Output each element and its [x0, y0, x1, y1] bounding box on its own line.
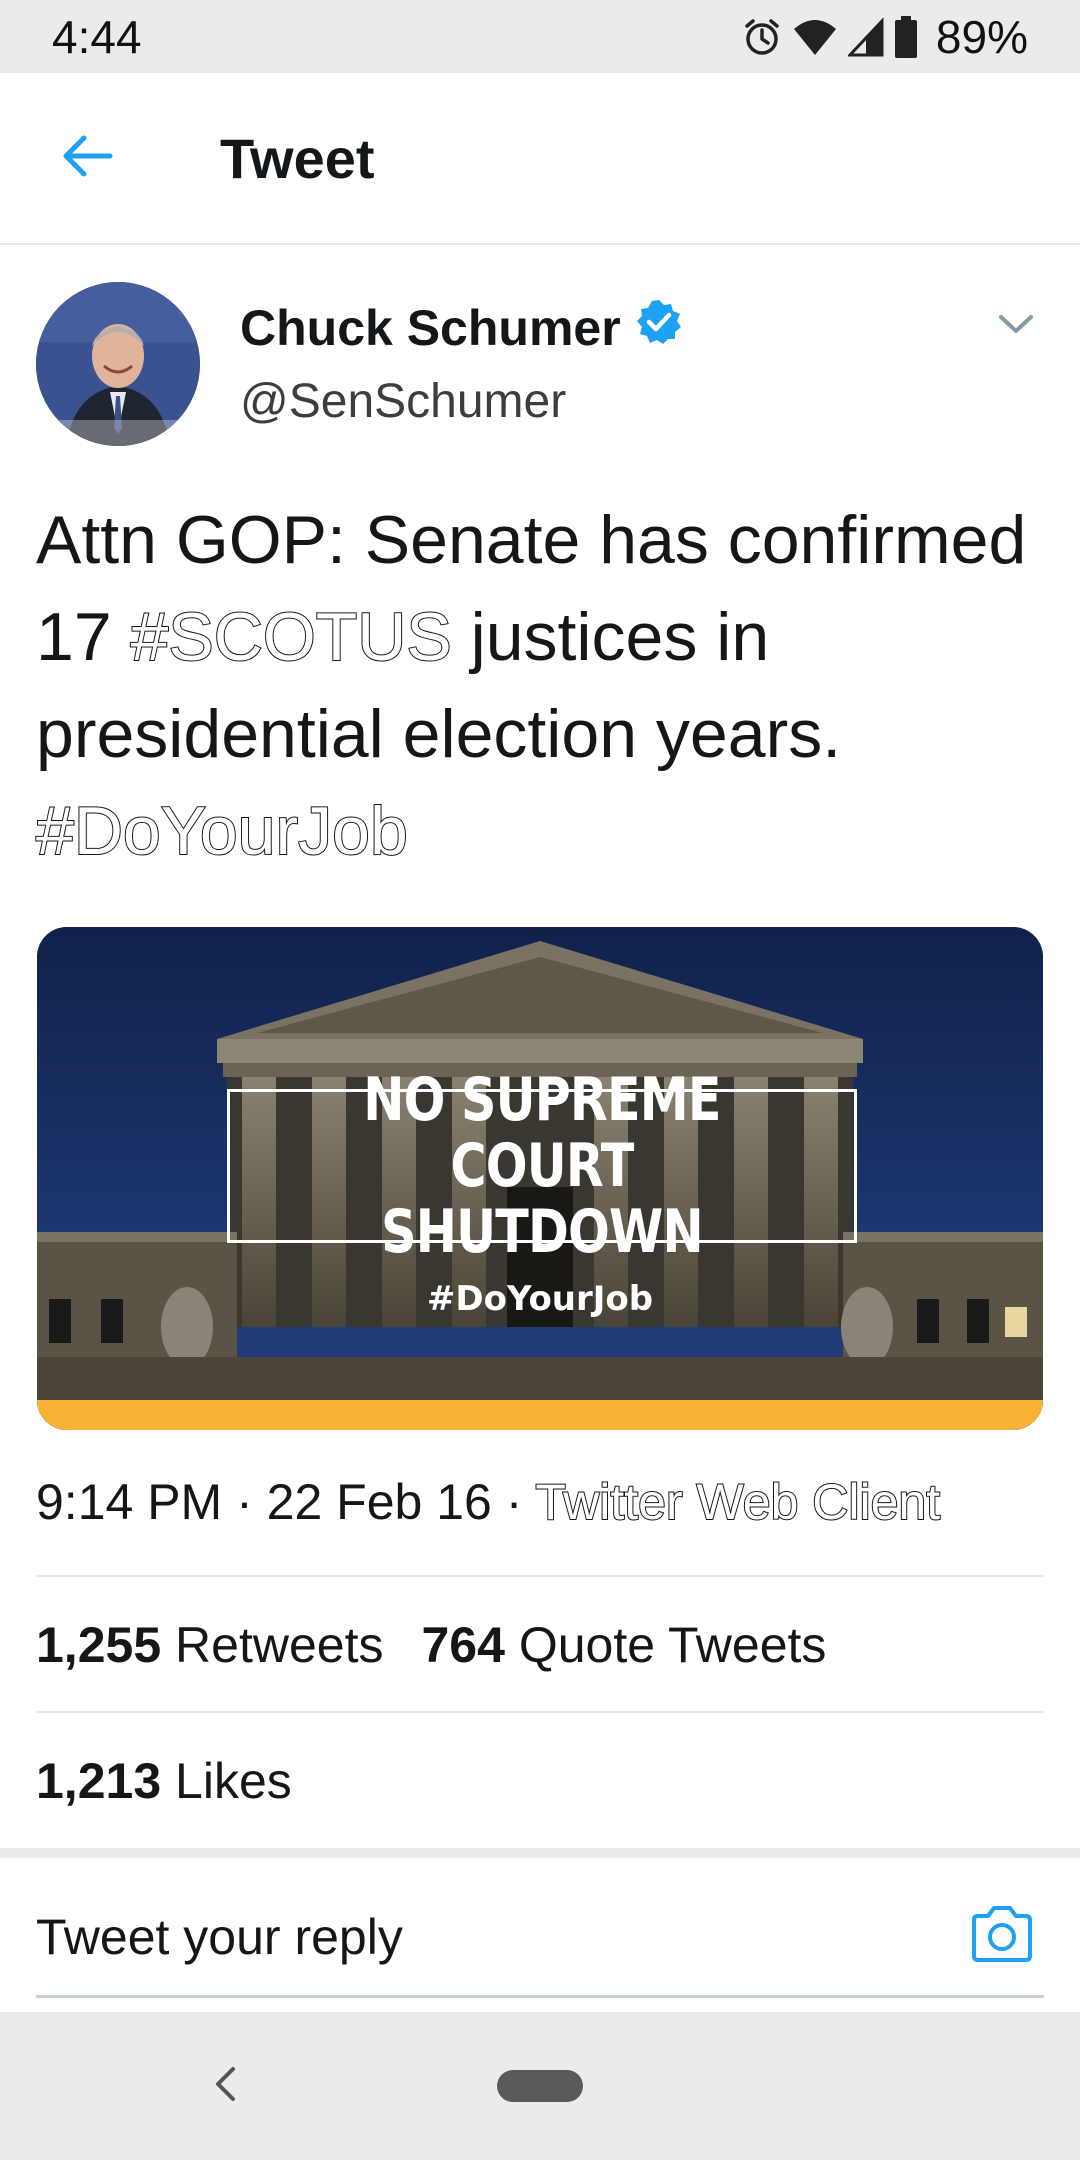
section-divider: [0, 1848, 1080, 1858]
author-name-text: Chuck Schumer: [240, 300, 621, 356]
tweet-text: Attn GOP: Senate has confirmed 17 #SCOTU…: [35, 492, 1046, 880]
likes-stats-row: 1,213 Likes: [36, 1752, 292, 1810]
likes-label: Likes: [175, 1753, 292, 1809]
media-overlay: NO SUPREME COURT SHUTDOWN #DoYourJob: [37, 927, 1043, 1430]
page-title: Tweet: [220, 126, 375, 190]
retweet-stats-row: 1,255 Retweets 764 Quote Tweets: [36, 1616, 826, 1674]
back-button[interactable]: [40, 110, 136, 206]
tweet-source-link[interactable]: Twitter Web Client: [534, 1473, 941, 1531]
system-nav-bar: [0, 2012, 1080, 2160]
media-headline: NO SUPREME COURT SHUTDOWN: [363, 1065, 721, 1267]
status-icons: 89%: [742, 10, 1028, 64]
system-back-button[interactable]: [195, 2056, 255, 2116]
alarm-icon: [742, 17, 782, 57]
battery-icon: [894, 15, 918, 58]
retweets-label: Retweets: [175, 1617, 384, 1673]
tweet-header: Chuck Schumer @SenSchumer: [36, 282, 1046, 446]
tweet-time: 9:14 PM: [36, 1474, 223, 1530]
more-options-button[interactable]: [986, 302, 1046, 350]
app-bar: Tweet: [0, 73, 1080, 245]
media-hashtag: #DoYourJob: [426, 1279, 654, 1319]
avatar[interactable]: [36, 282, 200, 446]
quotes-count: 764: [421, 1617, 505, 1673]
add-photo-button[interactable]: [962, 1896, 1042, 1976]
retweets-stat[interactable]: 1,255 Retweets: [36, 1617, 383, 1673]
wifi-icon: [792, 17, 838, 57]
system-home-button[interactable]: [497, 2070, 583, 2102]
hashtag-link-scotus[interactable]: #SCOTUS: [130, 598, 453, 676]
likes-count: 1,213: [36, 1753, 162, 1809]
cell-signal-icon: [847, 16, 884, 57]
chevron-down-icon: [998, 313, 1034, 340]
divider: [36, 1575, 1044, 1577]
retweets-count: 1,255: [36, 1617, 162, 1673]
tweet-date: 22 Feb 16: [266, 1474, 492, 1530]
tweet-media-image[interactable]: NO SUPREME COURT SHUTDOWN #DoYourJob: [37, 927, 1043, 1430]
reply-input[interactable]: Tweet your reply: [36, 1908, 403, 1966]
quotes-label: Quote Tweets: [518, 1617, 827, 1673]
battery-percentage: 89%: [935, 10, 1028, 63]
hashtag-link-doyourjob[interactable]: #DoYourJob: [35, 792, 409, 870]
status-bar: 4:44 89%: [0, 0, 1080, 73]
author-name[interactable]: Chuck Schumer: [240, 298, 683, 358]
status-time: 4:44: [52, 10, 142, 63]
media-headline-box: NO SUPREME COURT SHUTDOWN: [227, 1067, 857, 1265]
camera-icon: [968, 1904, 1036, 1969]
chevron-left-icon: [213, 2066, 237, 2107]
reply-input-underline: [36, 1995, 1044, 1998]
quote-tweets-stat[interactable]: 764 Quote Tweets: [421, 1617, 826, 1673]
verified-badge-icon: [635, 298, 683, 358]
author-handle[interactable]: @SenSchumer: [240, 374, 566, 429]
reply-bar: Tweet your reply: [0, 1860, 1080, 2010]
divider: [36, 1711, 1044, 1713]
arrow-left-icon: [60, 128, 116, 189]
tweet-meta: 9:14 PM · 22 Feb 16 · Twitter Web Client: [36, 1473, 941, 1531]
likes-stat[interactable]: 1,213 Likes: [36, 1753, 292, 1809]
